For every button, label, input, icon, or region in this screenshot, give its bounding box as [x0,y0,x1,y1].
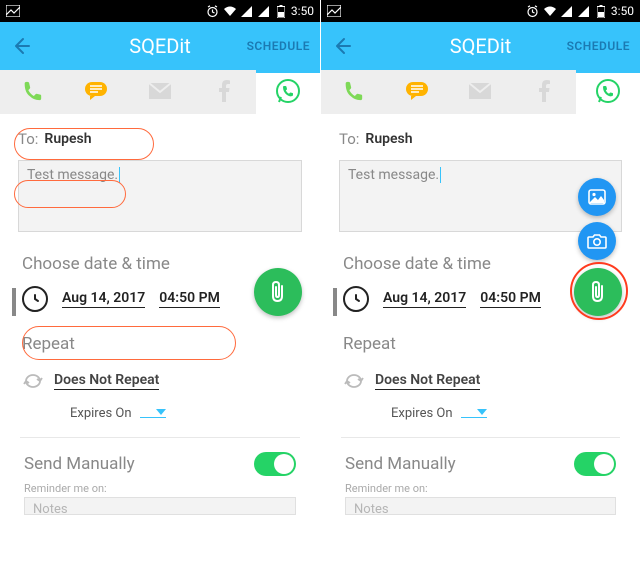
paperclip-icon [587,280,609,304]
clock-icon [343,286,369,312]
repeat-label: Repeat [331,316,630,362]
attach-fab[interactable] [574,268,622,316]
tab-sms[interactable] [64,70,128,114]
to-label: To: [339,130,359,148]
refresh-icon [343,372,365,390]
date-value[interactable]: Aug 14, 2017 [62,290,145,308]
app-bar: SQEDit SCHEDULE [0,22,320,70]
back-button[interactable] [0,22,42,70]
tab-mail[interactable] [449,70,513,114]
tab-facebook[interactable] [192,70,256,114]
status-bar: 3:50 [321,0,640,22]
send-manually-label: Send Manually [24,454,135,474]
message-input[interactable]: Test message. [18,160,302,232]
phone-screen-right: 3:50 SQEDit SCHEDULE To: Rupesh Test mes… [320,0,640,564]
alarm-icon [526,4,540,18]
tab-strip [0,70,320,114]
status-time: 3:50 [291,4,314,18]
clock-icon [22,286,48,312]
tab-strip [321,70,640,114]
expires-label: Expires On [70,406,132,421]
tab-phone[interactable] [321,70,385,114]
reminder-label: Reminder me on: [331,480,630,497]
facebook-icon [218,80,230,102]
time-value[interactable]: 04:50 PM [159,290,220,308]
battery-icon [594,4,608,18]
notes-input[interactable]: Notes [345,497,616,515]
whatsapp-icon [595,78,621,104]
alarm-icon [206,4,220,18]
camera-fab[interactable] [578,222,616,260]
status-time: 3:50 [611,4,634,18]
gallery-fab[interactable] [578,178,616,216]
time-value[interactable]: 04:50 PM [480,290,541,308]
tab-mail[interactable] [128,70,192,114]
repeat-label: Repeat [10,316,310,362]
phone-screen-left: 3:50 SQEDit SCHEDULE [0,0,320,564]
chevron-down-icon [477,409,487,415]
repeat-value[interactable]: Does Not Repeat [54,372,159,390]
tab-sms[interactable] [385,70,449,114]
refresh-icon [22,372,44,390]
status-bar: 3:50 [0,0,320,22]
send-manually-toggle[interactable] [254,452,296,476]
to-field[interactable]: Rupesh [365,131,412,147]
phone-icon [21,80,43,102]
reminder-label: Reminder me on: [10,480,310,497]
sms-icon [405,81,429,101]
signal-icon [240,4,254,18]
expires-label: Expires On [391,406,453,421]
image-icon [588,189,606,205]
mail-icon [468,82,492,100]
notes-input[interactable]: Notes [24,497,296,515]
picture-icon [6,4,20,18]
to-field[interactable]: Rupesh [44,131,91,147]
tab-facebook[interactable] [512,70,576,114]
wifi-icon [223,4,237,18]
send-manually-label: Send Manually [345,454,456,474]
tab-phone[interactable] [0,70,64,114]
repeat-value[interactable]: Does Not Repeat [375,372,480,390]
chevron-down-icon [156,409,166,415]
schedule-button[interactable]: SCHEDULE [247,39,320,53]
camera-icon [587,233,607,249]
message-text: Test message. [348,167,439,183]
date-value[interactable]: Aug 14, 2017 [383,290,466,308]
app-bar: SQEDit SCHEDULE [321,22,640,70]
wifi-icon [543,4,557,18]
facebook-icon [538,80,550,102]
expires-dropdown[interactable] [140,409,166,418]
signal-icon [577,4,591,18]
message-text: Test message. [27,167,118,183]
tab-whatsapp[interactable] [576,70,640,114]
expires-dropdown[interactable] [461,409,487,418]
attach-fab[interactable] [254,268,302,316]
back-button[interactable] [321,22,363,70]
tab-whatsapp[interactable] [256,70,320,114]
mail-icon [148,82,172,100]
phone-icon [342,80,364,102]
sms-icon [84,81,108,101]
signal-icon [257,4,271,18]
whatsapp-icon [275,78,301,104]
picture-icon [327,4,341,18]
signal-icon [560,4,574,18]
battery-icon [274,4,288,18]
paperclip-icon [267,280,289,304]
schedule-button[interactable]: SCHEDULE [567,39,640,53]
to-label: To: [18,130,38,148]
send-manually-toggle[interactable] [574,452,616,476]
